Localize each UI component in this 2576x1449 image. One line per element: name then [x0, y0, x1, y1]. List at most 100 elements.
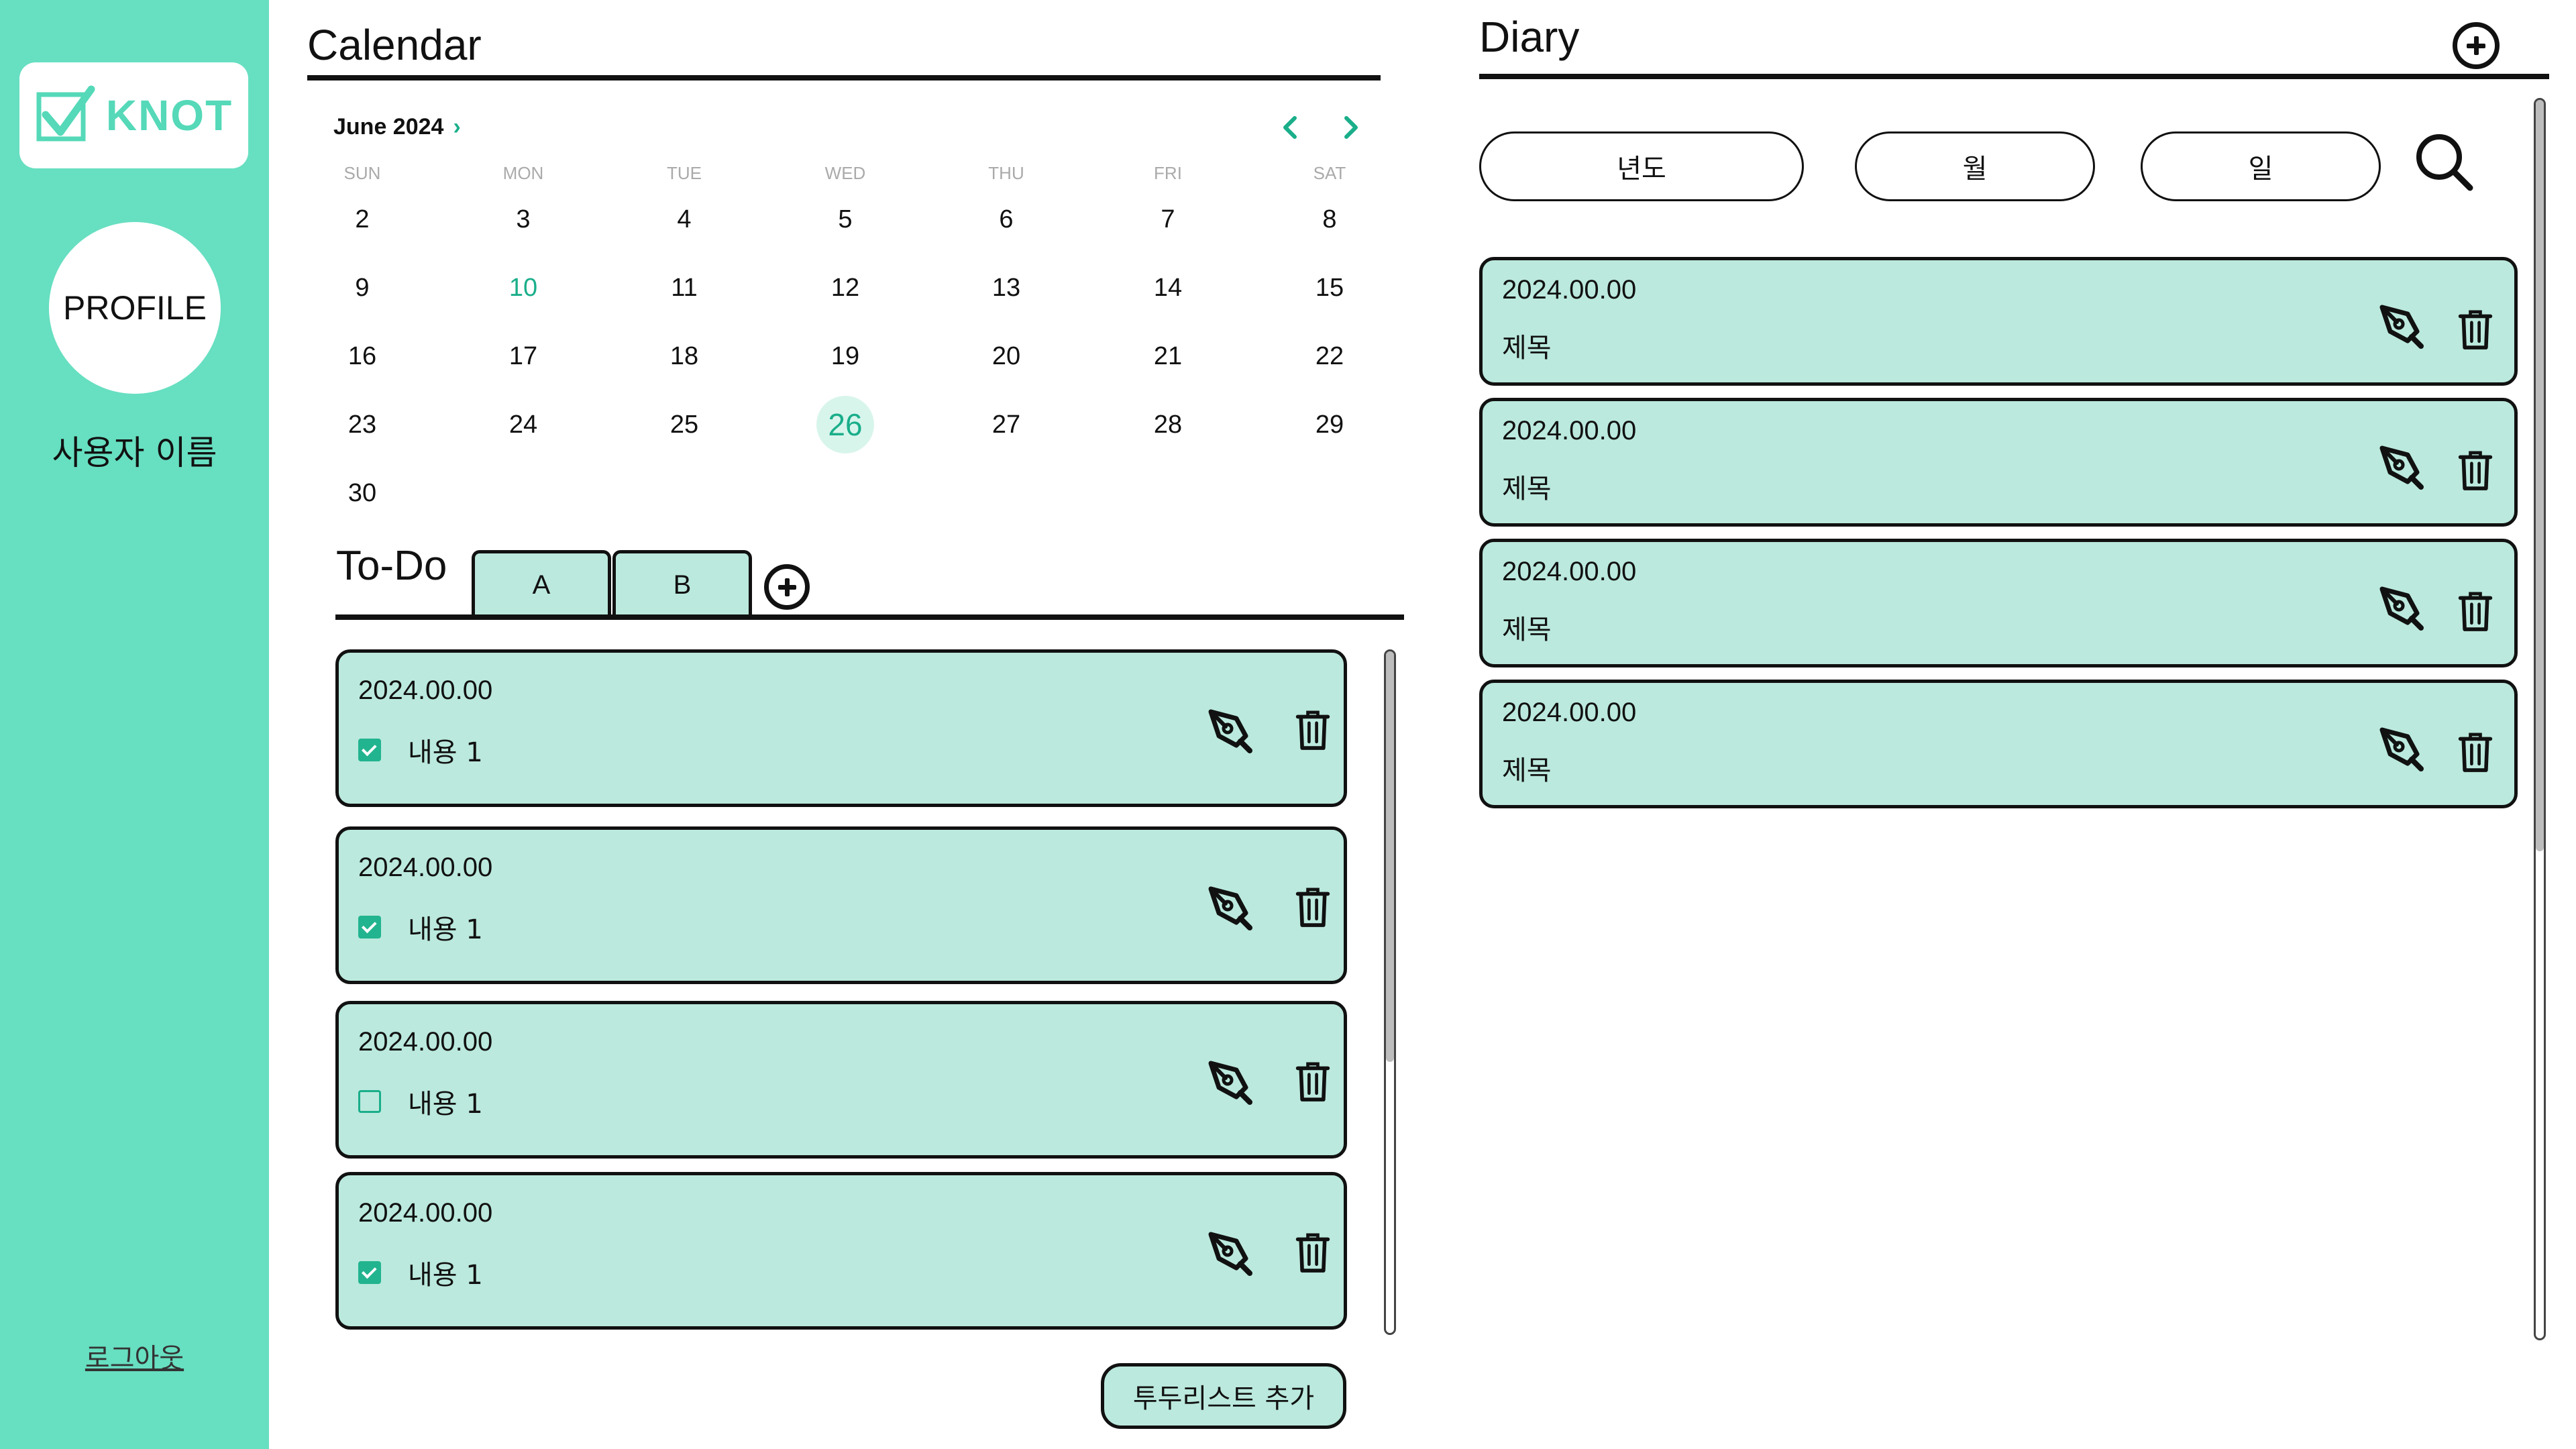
diary-date: 2024.00.00	[1502, 557, 1637, 586]
add-diary-button[interactable]	[2453, 22, 2500, 69]
diary-scrollbar[interactable]	[2534, 98, 2546, 1340]
pen-nib-icon[interactable]	[2378, 584, 2425, 631]
todo-tab-b[interactable]: B	[612, 550, 752, 617]
trash-icon[interactable]	[2457, 589, 2494, 633]
pen-nib-icon[interactable]	[2378, 302, 2425, 349]
diary-scroll-thumb[interactable]	[2536, 100, 2544, 851]
weekday-label: TUE	[667, 163, 702, 183]
diary-divider	[1479, 74, 2549, 79]
chevron-right-icon: ›	[453, 114, 461, 140]
todo-card[interactable]: 2024.00.00 내용 1	[335, 826, 1347, 984]
weekday-label: FRI	[1154, 163, 1182, 183]
todo-title: To-Do	[336, 543, 447, 589]
calendar-day[interactable]: 3	[490, 191, 557, 248]
search-icon[interactable]	[2414, 131, 2474, 192]
pen-nib-icon[interactable]	[1207, 1058, 1254, 1105]
todo-tab-a[interactable]: A	[472, 550, 611, 617]
calendar-day[interactable]: 6	[973, 191, 1040, 248]
pen-nib-icon[interactable]	[1207, 1229, 1254, 1276]
calendar-day[interactable]: 22	[1296, 327, 1363, 385]
pen-nib-icon[interactable]	[2378, 443, 2425, 490]
todo-card[interactable]: 2024.00.00 내용 1	[335, 1001, 1347, 1159]
todo-text: 내용 1	[408, 1089, 483, 1120]
todo-card[interactable]: 2024.00.00 내용 1	[335, 649, 1347, 807]
calendar-day[interactable]: 2	[329, 191, 396, 248]
year-filter[interactable]: 년도	[1479, 131, 1804, 201]
trash-icon[interactable]	[2457, 448, 2494, 492]
todo-checkbox[interactable]	[358, 739, 381, 761]
todo-scrollbar[interactable]	[1384, 649, 1396, 1335]
logout-link[interactable]: 로그아웃	[0, 1336, 269, 1375]
trash-icon[interactable]	[1294, 885, 1332, 929]
logo[interactable]: KNOT	[19, 62, 248, 168]
trash-icon[interactable]	[1294, 708, 1332, 752]
calendar-day[interactable]: 17	[490, 327, 557, 385]
calendar-day[interactable]: 18	[651, 327, 718, 385]
trash-icon[interactable]	[2457, 307, 2494, 352]
todo-item-row: 내용 1	[358, 1253, 483, 1292]
calendar-day[interactable]: 7	[1134, 191, 1201, 248]
profile-avatar[interactable]: PROFILE	[49, 222, 221, 394]
prev-month-button[interactable]	[1271, 107, 1311, 148]
diary-entry-title: 제목	[1502, 333, 1552, 364]
todo-text: 내용 1	[408, 1260, 483, 1291]
profile-label: PROFILE	[63, 289, 207, 327]
logo-text: KNOT	[105, 91, 233, 140]
diary-entry-title: 제목	[1502, 614, 1552, 645]
pen-nib-icon[interactable]	[1207, 706, 1254, 753]
weekday-label: THU	[988, 163, 1024, 183]
calendar-day[interactable]: 29	[1296, 396, 1363, 453]
diary-card[interactable]: 2024.00.00 제목	[1479, 398, 2518, 527]
calendar-day[interactable]: 4	[651, 191, 718, 248]
todo-date: 2024.00.00	[358, 1198, 493, 1228]
todo-date: 2024.00.00	[358, 853, 493, 882]
month-selector[interactable]: June 2024 ›	[333, 114, 461, 140]
add-tab-button[interactable]	[764, 564, 810, 610]
diary-card[interactable]: 2024.00.00 제목	[1479, 539, 2518, 667]
trash-icon[interactable]	[1294, 1059, 1332, 1104]
calendar-day[interactable]: 5	[812, 191, 879, 248]
calendar-divider	[307, 75, 1381, 80]
diary-card[interactable]: 2024.00.00 제목	[1479, 257, 2518, 386]
calendar-day[interactable]: 23	[329, 396, 396, 453]
todo-card[interactable]: 2024.00.00 내용 1	[335, 1172, 1347, 1330]
calendar-day[interactable]: 20	[973, 327, 1040, 385]
trash-icon[interactable]	[2457, 730, 2494, 774]
calendar-day[interactable]: 9	[329, 259, 396, 317]
weekday-label: SUN	[343, 163, 381, 183]
day-filter[interactable]: 일	[2141, 131, 2381, 201]
todo-scroll-thumb[interactable]	[1386, 651, 1394, 1062]
calendar-day[interactable]: 10	[490, 259, 557, 317]
calendar-day[interactable]: 24	[490, 396, 557, 453]
calendar-day[interactable]: 28	[1134, 396, 1201, 453]
calendar-day[interactable]: 8	[1296, 191, 1363, 248]
calendar-day[interactable]: 30	[329, 464, 396, 522]
weekday-label: SAT	[1313, 163, 1346, 183]
calendar-day[interactable]: 11	[651, 259, 718, 317]
diary-card[interactable]: 2024.00.00 제목	[1479, 680, 2518, 808]
pen-nib-icon[interactable]	[2378, 724, 2425, 771]
weekday-label: WED	[824, 163, 866, 183]
calendar-day[interactable]: 12	[812, 259, 879, 317]
next-month-button[interactable]	[1330, 107, 1371, 148]
calendar-day[interactable]: 25	[651, 396, 718, 453]
todo-checkbox[interactable]	[358, 916, 381, 938]
todo-item-row: 내용 1	[358, 731, 483, 769]
month-filter[interactable]: 월	[1855, 131, 2095, 201]
diary-date: 2024.00.00	[1502, 275, 1637, 305]
calendar-day[interactable]: 16	[329, 327, 396, 385]
calendar-day[interactable]: 26	[812, 396, 879, 453]
calendar-day[interactable]: 14	[1134, 259, 1201, 317]
calendar-title: Calendar	[307, 21, 482, 69]
weekday-label: MON	[502, 163, 544, 183]
calendar-day[interactable]: 15	[1296, 259, 1363, 317]
trash-icon[interactable]	[1294, 1230, 1332, 1275]
todo-checkbox[interactable]	[358, 1261, 381, 1284]
calendar-day[interactable]: 21	[1134, 327, 1201, 385]
todo-checkbox[interactable]	[358, 1090, 381, 1113]
calendar-day[interactable]: 19	[812, 327, 879, 385]
calendar-day[interactable]: 13	[973, 259, 1040, 317]
calendar-day[interactable]: 27	[973, 396, 1040, 453]
pen-nib-icon[interactable]	[1207, 883, 1254, 930]
add-todo-button[interactable]: 투두리스트 추가	[1101, 1363, 1346, 1429]
